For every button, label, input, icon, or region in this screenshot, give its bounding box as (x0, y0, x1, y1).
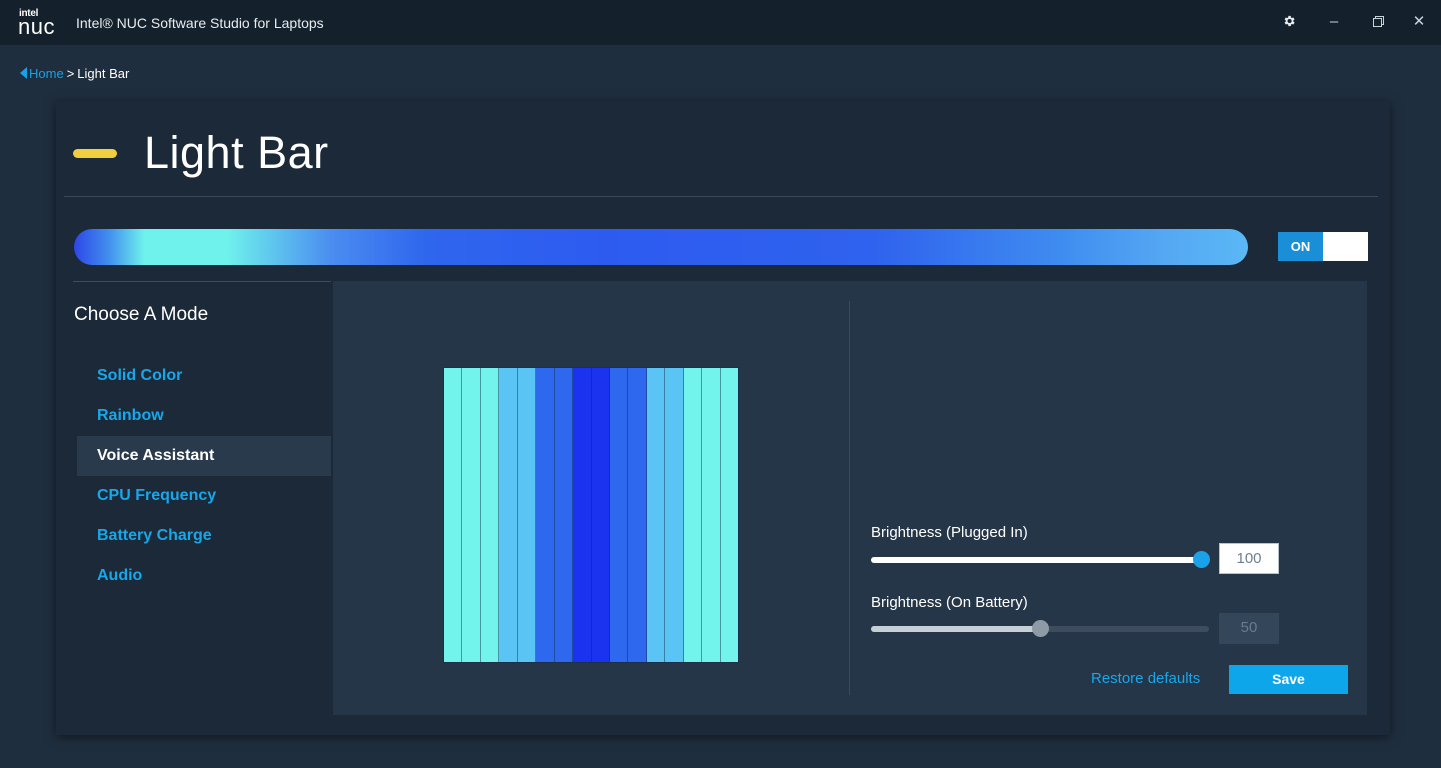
close-icon[interactable]: ✕ (1407, 10, 1431, 34)
app-title: Intel® NUC Software Studio for Laptops (76, 15, 324, 31)
preview-column (499, 368, 518, 662)
light-bar-card: Light Bar ON Choose A Mode Solid Color R… (56, 101, 1390, 735)
light-bar-power-toggle[interactable]: ON (1278, 232, 1368, 261)
light-bar-preview (74, 229, 1248, 265)
preview-column (720, 368, 738, 662)
preview-column (462, 368, 481, 662)
preview-column (591, 368, 610, 662)
brightness-battery-thumb[interactable] (1032, 620, 1049, 637)
preview-column (683, 368, 703, 662)
brightness-battery-input[interactable]: 50 (1219, 613, 1279, 644)
brightness-battery-label: Brightness (On Battery) (871, 594, 1028, 611)
preview-column (646, 368, 666, 662)
minimize-icon[interactable]: – (1322, 10, 1346, 34)
breadcrumb-current: Light Bar (77, 66, 130, 81)
preview-column (702, 368, 721, 662)
settings-gear-icon[interactable] (1277, 10, 1301, 34)
brightness-plugged-input[interactable]: 100 (1219, 543, 1279, 574)
brightness-plugged-fill (871, 557, 1201, 563)
page-title: Light Bar (144, 127, 329, 178)
voice-assistant-preview (443, 367, 739, 663)
intel-nuc-logo: intel nuc (18, 8, 66, 39)
title-divider (64, 196, 1378, 197)
restore-window-icon[interactable] (1366, 10, 1390, 34)
mode-solid-color[interactable]: Solid Color (77, 356, 331, 396)
brightness-battery-slider[interactable] (871, 620, 1209, 637)
mode-list: Solid Color Rainbow Voice Assistant CPU … (77, 356, 331, 596)
back-arrow-icon[interactable] (20, 67, 27, 79)
title-accent-bar (73, 149, 117, 158)
preview-column (665, 368, 684, 662)
preview-column (609, 368, 629, 662)
toggle-on-label: ON (1278, 232, 1323, 261)
preview-column (554, 368, 574, 662)
brightness-plugged-thumb[interactable] (1193, 551, 1210, 568)
panel-divider (849, 301, 850, 695)
mode-battery-charge[interactable]: Battery Charge (77, 516, 331, 556)
brightness-plugged-label: Brightness (Plugged In) (871, 524, 1028, 541)
mode-settings-panel: Brightness (Plugged In) 100 Brightness (… (333, 281, 1367, 715)
preview-column (628, 368, 647, 662)
preview-column (573, 368, 592, 662)
breadcrumb-separator: > (66, 66, 75, 81)
mode-audio[interactable]: Audio (77, 556, 331, 596)
save-button[interactable]: Save (1229, 665, 1348, 694)
brightness-battery-fill (871, 626, 1040, 632)
mode-cpu-frequency[interactable]: CPU Frequency (77, 476, 331, 516)
preview-column (444, 368, 463, 662)
mode-voice-assistant[interactable]: Voice Assistant (77, 436, 331, 476)
mode-heading: Choose A Mode (74, 304, 209, 325)
mode-divider (73, 281, 331, 282)
title-bar: intel nuc Intel® NUC Software Studio for… (0, 0, 1441, 45)
restore-defaults-link[interactable]: Restore defaults (1091, 670, 1200, 687)
logo-nuc-text: nuc (18, 14, 55, 39)
breadcrumb-home-link[interactable]: Home (29, 66, 64, 81)
brightness-plugged-slider[interactable] (871, 551, 1210, 568)
preview-column (517, 368, 537, 662)
preview-column (536, 368, 555, 662)
mode-rainbow[interactable]: Rainbow (77, 396, 331, 436)
breadcrumb: Home > Light Bar (20, 66, 129, 81)
preview-column (480, 368, 500, 662)
